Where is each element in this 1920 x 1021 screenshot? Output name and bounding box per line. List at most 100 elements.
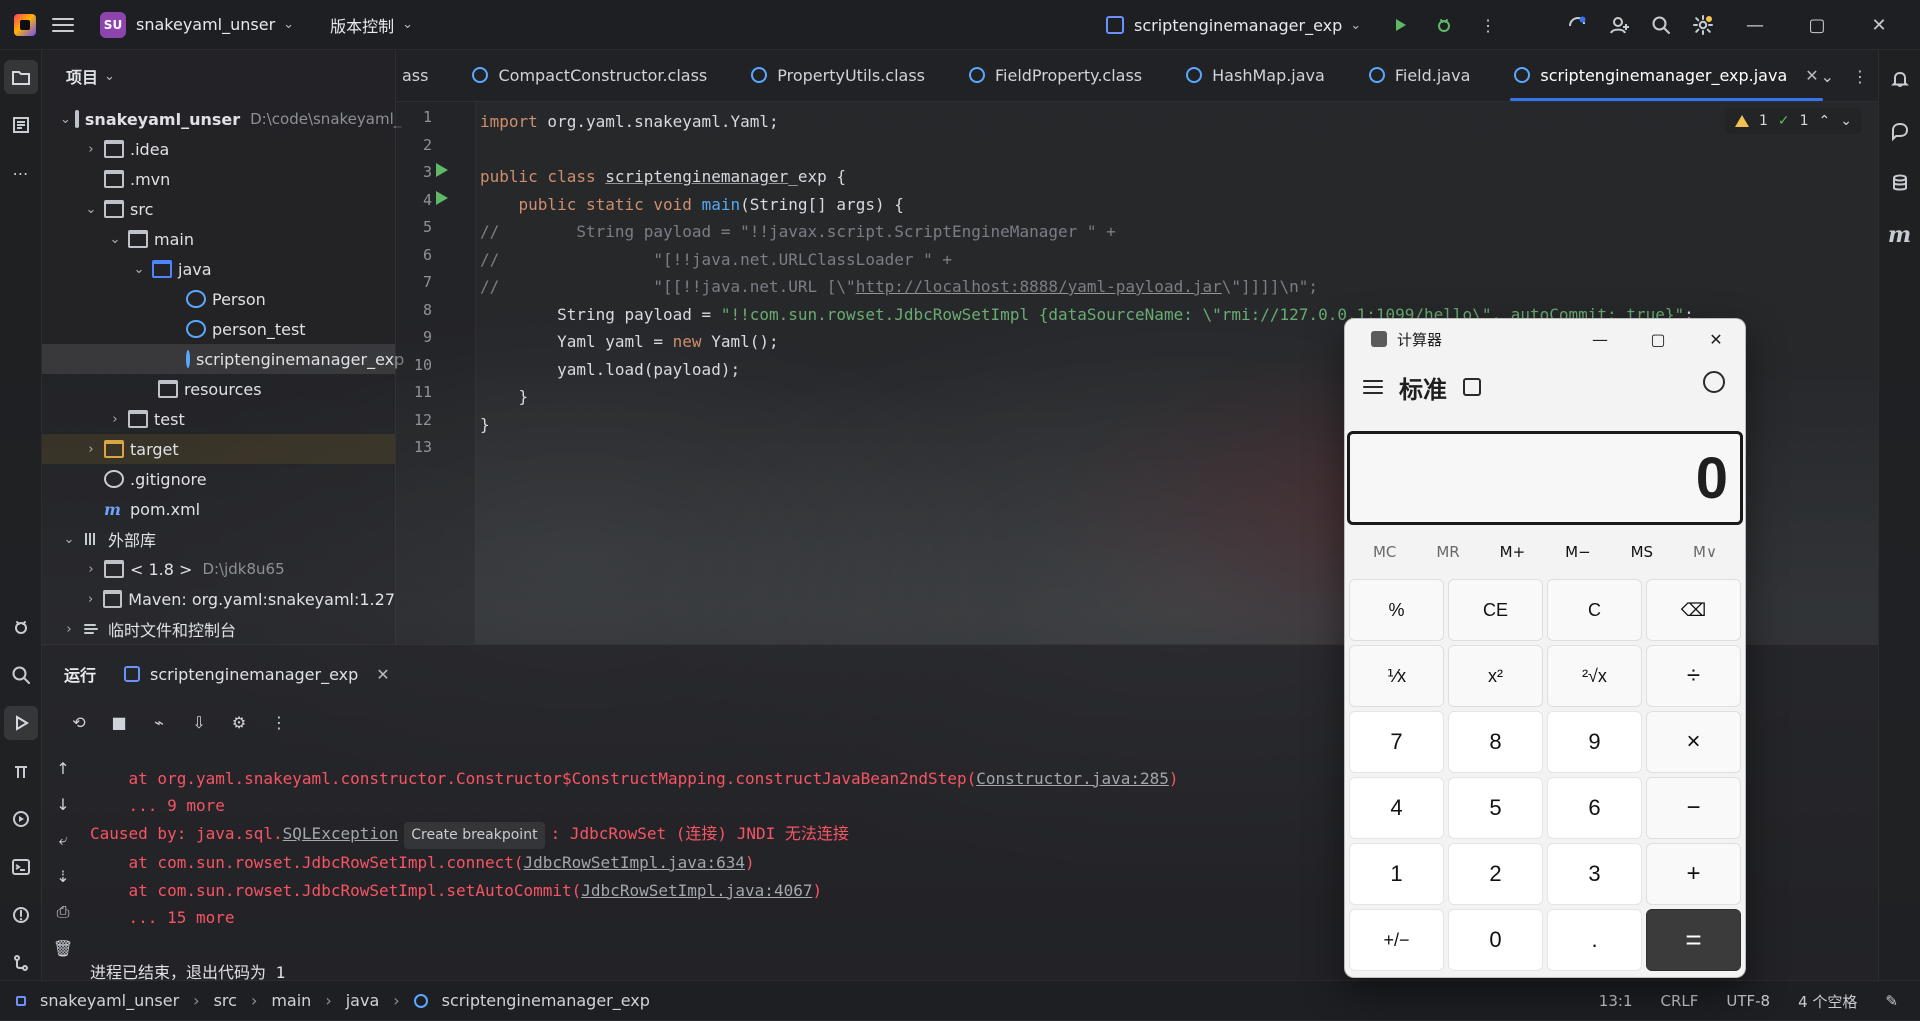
key-1[interactable]: 1 (1349, 843, 1444, 905)
chevron-right-icon[interactable]: › (82, 142, 100, 157)
key-divide[interactable]: ÷ (1646, 645, 1741, 707)
git-tool-icon[interactable] (4, 946, 38, 980)
tabs-more-icon[interactable]: ⋮ (1852, 67, 1868, 86)
export-icon[interactable]: ⇩ (186, 709, 212, 735)
rerun-icon[interactable]: ⟲ (66, 709, 92, 735)
chevron-down-icon[interactable]: ⌄ (60, 112, 71, 127)
chevron-down-icon[interactable]: ⌄ (106, 232, 124, 247)
console-link[interactable]: Constructor.java:285 (976, 769, 1169, 788)
ai-assistant-icon[interactable] (1564, 12, 1590, 38)
key-backspace[interactable]: ⌫ (1646, 579, 1741, 641)
more-icon[interactable]: ⋮ (266, 709, 292, 735)
key-multiply[interactable]: × (1646, 711, 1741, 773)
ai-chat-icon[interactable] (1883, 114, 1917, 148)
build-tool-icon[interactable] (4, 754, 38, 788)
memory-button[interactable]: MS (1631, 543, 1653, 561)
key-decimal[interactable]: . (1547, 909, 1642, 971)
vcs-menu[interactable]: 版本控制 ⌄ (320, 7, 423, 43)
tree-item-maven-snakeyaml[interactable]: › Maven: org.yaml:snakeyaml:1.27 (42, 584, 395, 614)
key-6[interactable]: 6 (1547, 777, 1642, 839)
memory-button[interactable]: MR (1436, 543, 1459, 561)
key-4[interactable]: 4 (1349, 777, 1444, 839)
tree-item-jdk[interactable]: › < 1.8 > D:\jdk8u65 (42, 554, 395, 584)
project-tool-window-button[interactable] (3, 60, 38, 94)
services-tool-icon[interactable] (4, 802, 38, 836)
main-menu-icon[interactable] (52, 17, 74, 33)
search-icon[interactable] (1648, 12, 1674, 38)
tab-propertyutils[interactable]: PropertyUtils.class (729, 49, 947, 101)
tab-compactconstructor[interactable]: CompactConstructor.class (450, 49, 729, 101)
key-8[interactable]: 8 (1448, 711, 1543, 773)
tree-item-gitignore[interactable]: .gitignore (42, 464, 395, 494)
chevron-up-icon[interactable]: ⌃ (1819, 113, 1831, 129)
history-icon[interactable] (1703, 371, 1725, 393)
maven-icon[interactable]: m (1883, 218, 1917, 252)
trash-icon[interactable]: 🗑 (50, 935, 76, 961)
tree-item-target[interactable]: › target (42, 434, 395, 464)
create-breakpoint-chip[interactable]: Create breakpoint (404, 821, 545, 849)
chevron-right-icon[interactable]: › (106, 412, 124, 427)
tab-scriptenginemanager-exp[interactable]: scriptenginemanager_exp.java ✕ (1492, 49, 1840, 101)
chevron-down-icon[interactable]: ⌄ (1840, 113, 1852, 129)
chevron-down-icon[interactable]: ⌄ (104, 69, 115, 84)
inspection-widget[interactable]: 1 ✓ 1 ⌃ ⌄ (1724, 108, 1862, 134)
breadcrumb-item[interactable]: snakeyaml_unser (40, 991, 179, 1010)
file-encoding[interactable]: UTF-8 (1726, 992, 1770, 1010)
database-icon[interactable] (1883, 166, 1917, 200)
key-clear[interactable]: C (1547, 579, 1642, 641)
chevron-down-icon[interactable]: ⌄ (82, 202, 100, 217)
tree-item-scratches[interactable]: › 临时文件和控制台 (42, 614, 395, 644)
tab-truncated[interactable]: ass (396, 49, 450, 101)
memory-button[interactable]: MC (1373, 543, 1396, 561)
chevron-right-icon[interactable]: › (60, 622, 78, 637)
calculator-close-button[interactable]: ✕ (1687, 319, 1745, 359)
memory-button[interactable]: M+ (1500, 543, 1526, 561)
run-gutter-icon[interactable] (436, 190, 448, 205)
tree-item-resources[interactable]: resources (42, 374, 395, 404)
more-actions-icon[interactable]: ⋮ (1475, 12, 1501, 38)
tree-item-pom[interactable]: m pom.xml (42, 494, 395, 524)
window-minimize-button[interactable]: — (1732, 0, 1778, 50)
key-clear-entry[interactable]: CE (1448, 579, 1543, 641)
calculator-minimize-button[interactable]: — (1571, 319, 1629, 359)
key-equals[interactable]: = (1646, 909, 1741, 971)
breadcrumb-item[interactable]: java (346, 991, 380, 1010)
key-reciprocal[interactable]: ⅟x (1349, 645, 1444, 707)
arrow-down-icon[interactable]: ↓ (50, 791, 76, 817)
close-icon[interactable]: ✕ (1805, 66, 1818, 85)
key-percent[interactable]: % (1349, 579, 1444, 641)
calculator-titlebar[interactable]: 计算器 — ▢ ✕ (1345, 319, 1745, 359)
key-9[interactable]: 9 (1547, 711, 1642, 773)
key-0[interactable]: 0 (1448, 909, 1543, 971)
key-square-root[interactable]: ²√x (1547, 645, 1642, 707)
tree-item-person-test[interactable]: person_test (42, 314, 395, 344)
key-5[interactable]: 5 (1448, 777, 1543, 839)
key-plus[interactable]: + (1646, 843, 1741, 905)
run-tab-scriptenginemanager-exp[interactable]: scriptenginemanager_exp ✕ (114, 657, 400, 692)
key-square[interactable]: x² (1448, 645, 1543, 707)
chevron-right-icon[interactable]: › (82, 592, 99, 607)
wrap-icon[interactable]: ⤶ (50, 827, 76, 853)
terminal-tool-icon[interactable] (4, 850, 38, 884)
scroll-end-icon[interactable]: ⇣ (50, 863, 76, 889)
chevron-right-icon[interactable]: › (82, 442, 100, 457)
breadcrumb-item[interactable]: scriptenginemanager_exp (442, 991, 650, 1010)
chevron-right-icon[interactable]: › (82, 562, 100, 577)
tree-item-mvn[interactable]: .mvn (42, 164, 395, 194)
tree-item-java[interactable]: ⌄ java (42, 254, 395, 284)
notifications-bell-icon[interactable] (1883, 62, 1917, 96)
tree-item-test[interactable]: › test (42, 404, 395, 434)
problems-tool-icon[interactable] (4, 898, 38, 932)
arrow-up-icon[interactable]: ↑ (50, 755, 76, 781)
chevron-down-icon[interactable]: ⌄ (130, 262, 148, 277)
settings-gear-icon[interactable] (1690, 12, 1716, 38)
project-switcher[interactable]: SU snakeyaml_unser ⌄ (90, 6, 304, 44)
tree-item-scriptenginemanager-exp[interactable]: scriptenginemanager_exp (42, 344, 404, 374)
debug-icon[interactable] (1431, 12, 1457, 38)
window-close-button[interactable]: ✕ (1856, 0, 1902, 50)
tree-item-main[interactable]: ⌄ main (42, 224, 395, 254)
run-configuration-selector[interactable]: scriptenginemanager_exp ⌄ (1098, 10, 1369, 41)
memory-button[interactable]: M∨ (1693, 543, 1717, 561)
run-icon[interactable] (1387, 12, 1413, 38)
stop-icon[interactable]: ■ (106, 709, 132, 735)
